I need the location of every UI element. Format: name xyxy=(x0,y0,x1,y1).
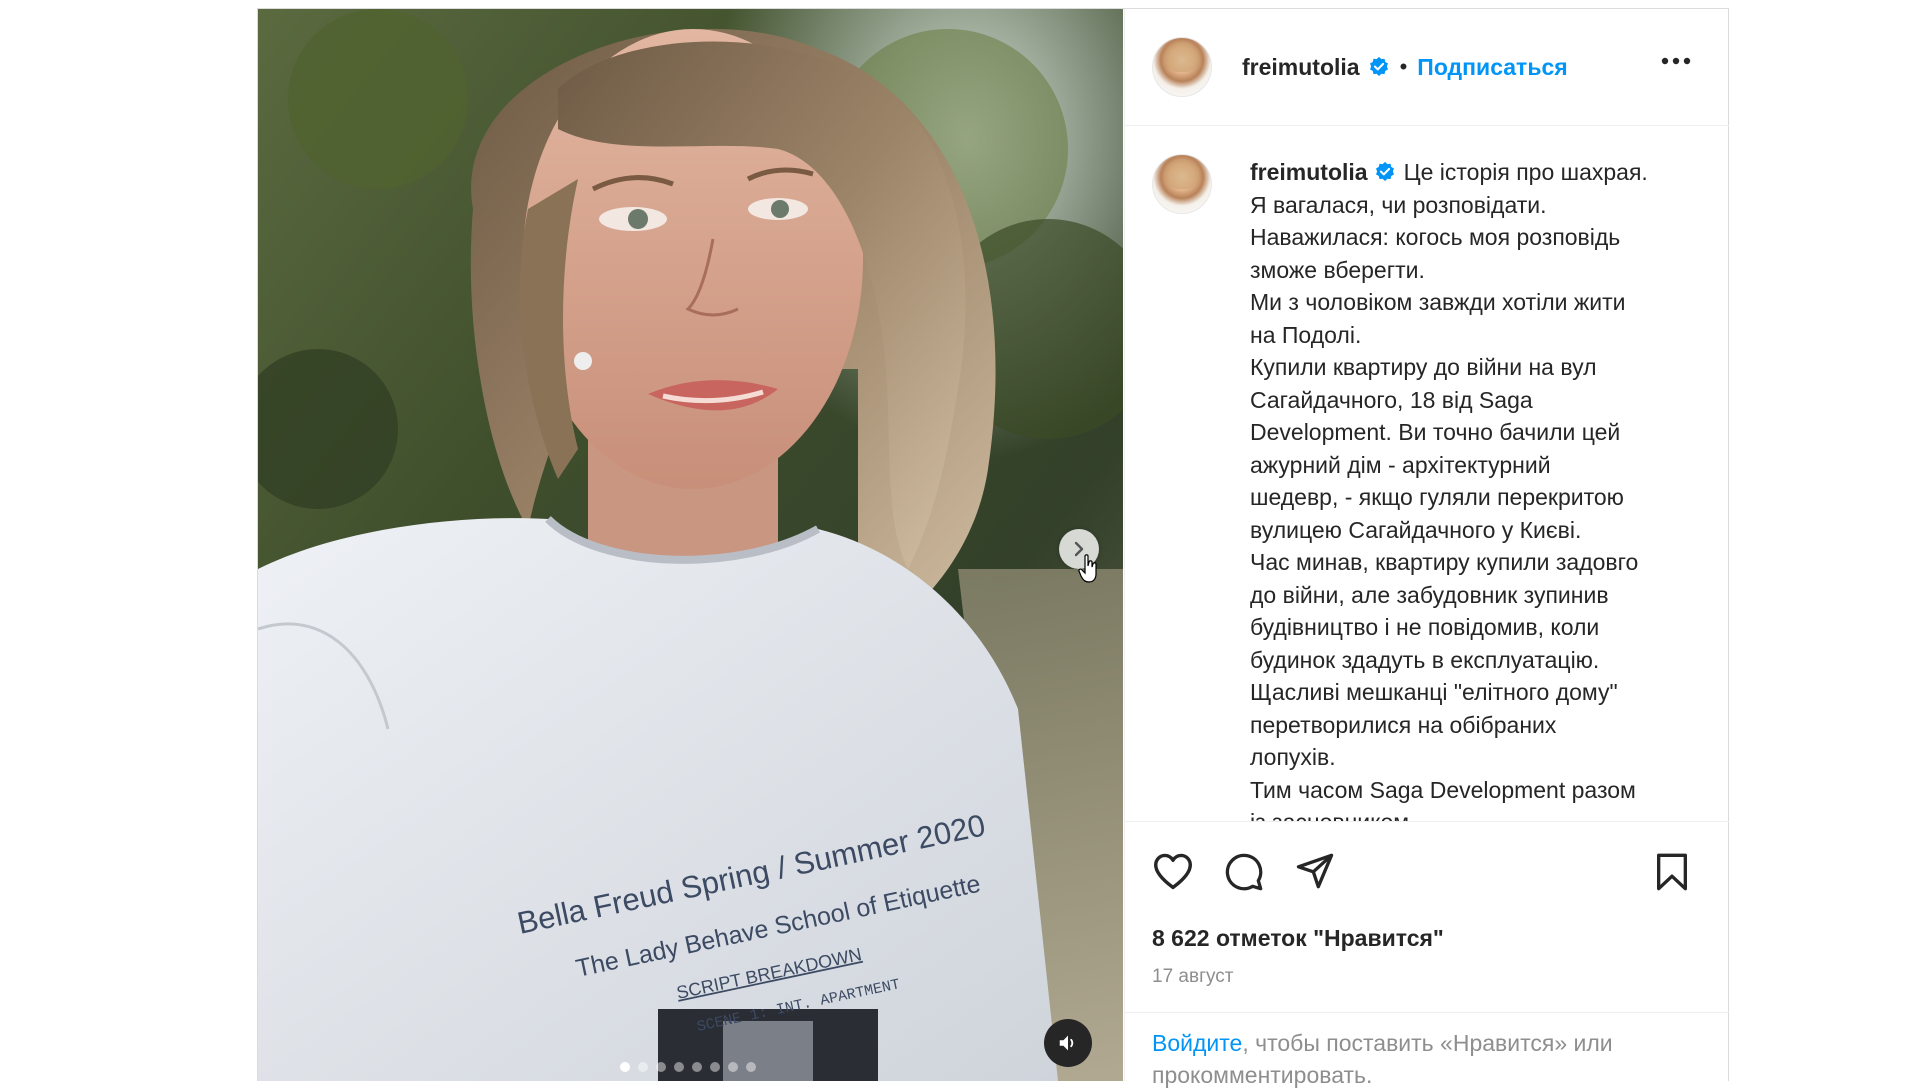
post-actions-section: 8 622 отметок "Нравится" 17 август Войди… xyxy=(1125,821,1729,1088)
caption-line: вулицею Сагайдачного у Києві. xyxy=(1250,516,1582,543)
carousel-dot xyxy=(638,1062,648,1072)
comment-icon[interactable] xyxy=(1224,852,1264,892)
header-username[interactable]: freimutolia xyxy=(1242,54,1360,81)
caption-line: перетворилися на обібраних xyxy=(1250,711,1557,738)
post-media[interactable]: Bella Freud Spring / Summer 2020 The Lad… xyxy=(258,9,1123,1081)
caption-avatar[interactable] xyxy=(1152,154,1212,214)
post-sidebar: freimutolia • Подписаться freimutolia Це … xyxy=(1124,9,1729,1088)
more-options-icon[interactable] xyxy=(1661,57,1691,65)
verified-badge-icon xyxy=(1368,56,1390,78)
carousel-dot xyxy=(728,1062,738,1072)
caption-line: Я вагалася, чи розповідати. xyxy=(1250,191,1547,218)
caption-line: шедевр, - якщо гуляли перекритою xyxy=(1250,484,1624,510)
caption-line: будівництво і не повідомив, коли xyxy=(1250,614,1600,640)
caption-line: Development. Ви точно бачили цей xyxy=(1250,419,1621,445)
caption-line: Тим часом Saga Development разом xyxy=(1250,776,1636,803)
paper-plane-icon[interactable] xyxy=(1295,852,1335,890)
caption-line: Це історія про шахрая. xyxy=(1403,159,1648,185)
post-date[interactable]: 17 август xyxy=(1152,966,1234,988)
carousel-dot xyxy=(692,1062,702,1072)
likes-count[interactable]: 8 622 отметок "Нравится" xyxy=(1152,925,1444,952)
caption-line: будинок здадуть в експлуатацію. xyxy=(1250,646,1600,673)
follow-button[interactable]: Подписаться xyxy=(1417,54,1567,81)
caption-line: Щасливі мешканці "елітного дому" xyxy=(1250,679,1618,705)
mute-toggle-button[interactable] xyxy=(1044,1019,1092,1067)
action-bar xyxy=(1125,822,1729,914)
header-separator: • xyxy=(1399,54,1408,79)
caption-line: Ми з чоловіком завжди хотіли жити xyxy=(1250,289,1626,315)
caption-line: Купили квартиру до війни на вул xyxy=(1250,354,1597,380)
post-photo: Bella Freud Spring / Summer 2020 The Lad… xyxy=(258,9,1123,1081)
caption-text: freimutolia Це історія про шахрая. Я вага… xyxy=(1250,156,1705,821)
carousel-indicator xyxy=(620,1062,756,1072)
caption-line: зможе вберегти. xyxy=(1250,256,1425,283)
caption-line: на Подолі. xyxy=(1250,321,1362,348)
caption-line: Час минав, квартиру купили задовго xyxy=(1250,549,1639,575)
carousel-dot xyxy=(710,1062,720,1072)
caption-line: Сагайдачного, 18 від Saga xyxy=(1250,386,1533,413)
verified-badge-icon xyxy=(1374,161,1396,183)
carousel-dot xyxy=(620,1062,630,1072)
login-link[interactable]: Войдите xyxy=(1152,1030,1242,1056)
caption-line: лопухів. xyxy=(1250,744,1336,770)
post-dialog: Bella Freud Spring / Summer 2020 The Lad… xyxy=(257,8,1729,1088)
caption-line: Наважилася: когось моя розповідь xyxy=(1250,224,1621,250)
bookmark-icon[interactable] xyxy=(1654,852,1690,892)
speaker-icon xyxy=(1059,1035,1074,1051)
carousel-dot xyxy=(674,1062,684,1072)
caption-line: із засновником xyxy=(1250,806,1705,821)
caption-line: до війни, але забудовник зупинив xyxy=(1250,581,1609,608)
mouse-cursor-icon xyxy=(1078,554,1097,583)
caption-line: ажурний дім - архітектурний xyxy=(1250,451,1551,478)
avatar[interactable] xyxy=(1152,37,1212,97)
caption-section: freimutolia Це історія про шахрая. Я вага… xyxy=(1125,126,1729,821)
heart-icon[interactable] xyxy=(1152,852,1194,890)
caption-username[interactable]: freimutolia xyxy=(1250,159,1368,185)
post-header: freimutolia • Подписаться xyxy=(1125,9,1729,126)
caption-first-line: freimutolia Це історія про шахрая. xyxy=(1250,156,1705,189)
login-prompt: Войдите, чтобы поставить «Нравится» или … xyxy=(1125,1012,1729,1091)
carousel-dot xyxy=(656,1062,666,1072)
carousel-dot xyxy=(746,1062,756,1072)
